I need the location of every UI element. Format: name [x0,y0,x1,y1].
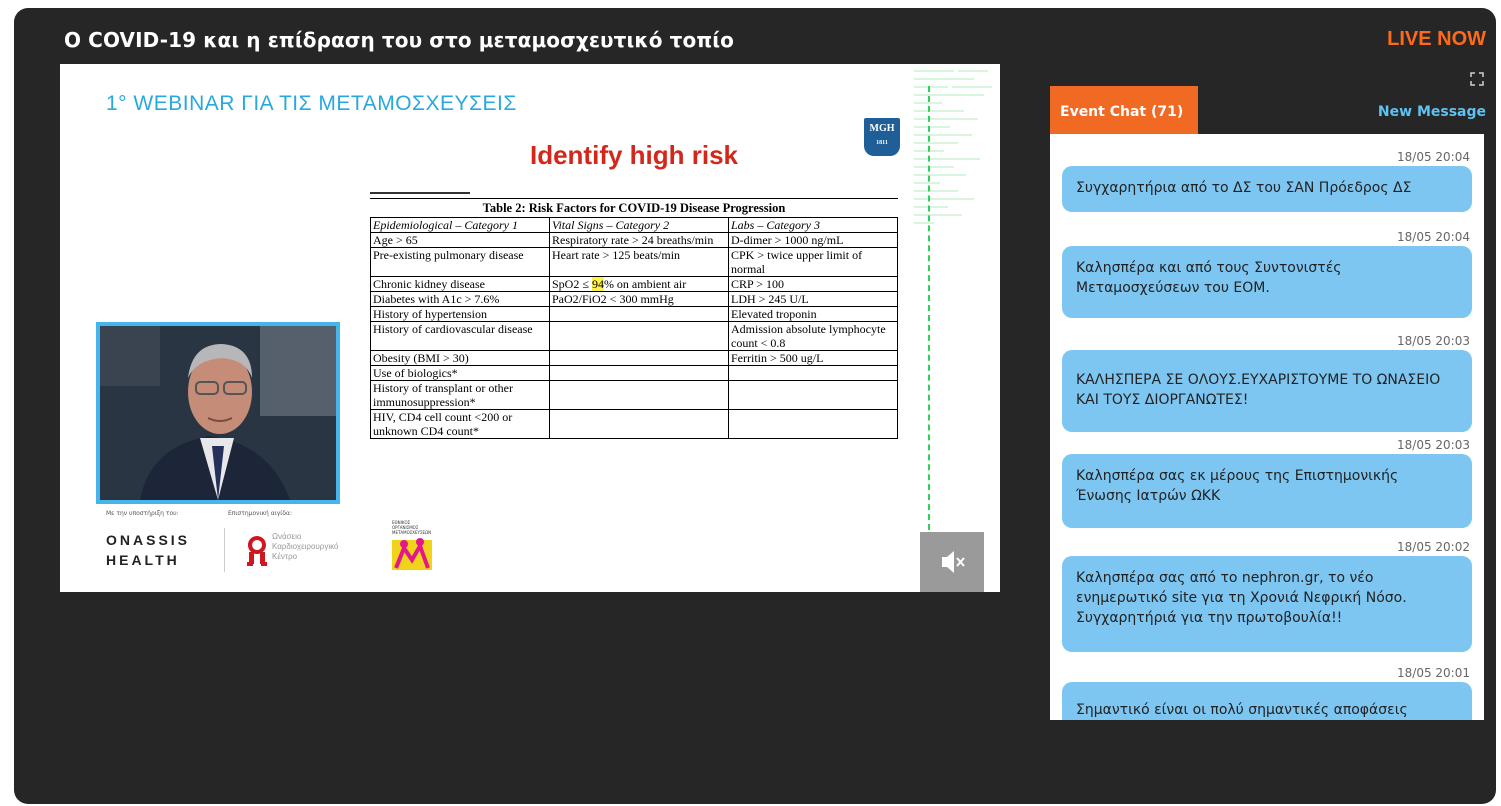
table-cell: History of hypertension [370,306,550,322]
mgh-logo-text: MGH [869,123,895,134]
table-cell: History of cardiovascular disease [370,321,550,351]
table-row: History of transplant or other immunosup… [370,380,898,410]
okk-logo-icon [246,534,268,572]
stream-player: Ο COVID-19 και η επίδραση του στο μεταμο… [14,8,1496,804]
chat-message: 18/05 20:02 Καλησπέρα σας από το nephron… [1062,538,1472,652]
table-cell: Age > 65 [370,232,550,248]
onassis-line2: HEALTH [106,552,180,568]
table-cell: Use of biologics* [370,365,550,381]
table-row: History of cardiovascular disease Admissi… [370,321,898,351]
table-cell [728,380,898,410]
message-time: 18/05 20:03 [1397,438,1470,452]
table-cell: HIV, CD4 cell count <200 or unknown CD4 … [370,409,550,439]
table-cell: Admission absolute lymphocyte count < 0.… [728,321,898,351]
sponsor-label: Με την υποστήριξη του: [106,510,179,517]
table-row: Obesity (BMI > 30) Ferritin > 500 ug/L [370,350,898,366]
table-cell: Respiratory rate > 24 breaths/min [549,232,729,248]
overlay-line [928,86,930,530]
onassis-health-logo: ONASSIS HEALTH [106,530,190,570]
message-bubble: Συγχαρητήρια από το ΔΣ του ΣΑΝ Πρόεδρος … [1062,166,1472,212]
table-cell: LDH > 245 U/L [728,291,898,307]
table-cell [549,380,729,410]
table-row: HIV, CD4 cell count <200 or unknown CD4 … [370,409,898,439]
chat-message: 18/05 20:04 Καλησπέρα και από τους Συντο… [1062,228,1472,318]
message-bubble: Καλησπέρα και από τους Συντονιστές Μεταμ… [1062,246,1472,318]
highlighted-value: 94 [591,277,604,291]
slide-heading: Identify high risk [529,140,739,170]
new-message-link[interactable]: New Message [1378,104,1486,120]
table-cell: Obesity (BMI > 30) [370,350,550,366]
message-bubble: ΚΑΛΗΣΠΕΡΑ ΣΕ ΟΛΟΥΣ.ΕΥΧΑΡΙΣΤΟΥΜΕ ΤΟ ΩΝΑΣΕ… [1062,350,1472,432]
table-cell: History of transplant or other immunosup… [370,380,550,410]
table-cell: SpO2 ≤ 94% on ambient air [549,276,729,292]
message-bubble: Σημαντικό είναι οι πολύ σημαντικές αποφά… [1062,682,1472,720]
table-caption: Table 2: Risk Factors for COVID-19 Disea… [370,198,898,217]
table-row: Diabetes with A1c > 7.6% PaO2/FiO2 < 300 … [370,291,898,307]
table-row: Chronic kidney disease SpO2 ≤ 94% on ambi… [370,276,898,292]
table-cell: Heart rate > 125 beats/min [549,247,729,277]
message-time: 18/05 20:02 [1397,540,1470,554]
mgh-logo-year: 1811 [876,140,888,146]
overlay-decoration [914,70,992,224]
chat-message: 18/05 20:03 Καλησπέρα σας εκ μέρους της … [1062,436,1472,528]
fullscreen-icon[interactable] [1470,72,1484,86]
table-cell [549,409,729,439]
table-cell: PaO2/FiO2 < 300 mmHg [549,291,729,307]
chat-panel[interactable]: 18/05 20:04 Συγχαρητήρια από το ΔΣ του Σ… [1050,134,1484,720]
video-frame[interactable]: 1° WEBINAR ΓΙΑ ΤΙΣ ΜΕΤΑΜΟΣΧΕΥΣΕΙΣ Identi… [60,64,1000,592]
mute-button[interactable] [920,532,984,592]
presenter-video [96,322,340,504]
message-time: 18/05 20:03 [1397,334,1470,348]
event-chat-tab[interactable]: Event Chat (71) [1050,86,1198,134]
slide-rule [370,192,470,194]
table-row: Use of biologics* [370,365,898,381]
mgh-logo: MGH 1811 [864,118,900,156]
table-cell: Chronic kidney disease [370,276,550,292]
column-header: Epidemiological – Category 1 [370,217,550,233]
message-time: 18/05 20:04 [1397,150,1470,164]
okk-text-line: Κέντρο [272,552,298,561]
table-row: Pre-existing pulmonary disease Heart rate… [370,247,898,277]
mute-icon [942,551,965,573]
table-cell: D-dimer > 1000 ng/mL [728,232,898,248]
live-badge: LIVE NOW [1387,28,1486,50]
table-row: History of hypertension Elevated troponin [370,306,898,322]
table-cell: Pre-existing pulmonary disease [370,247,550,277]
eom-logo-icon [390,520,434,576]
table-cell [728,365,898,381]
chat-message: 18/05 20:03 ΚΑΛΗΣΠΕΡΑ ΣΕ ΟΛΟΥΣ.ΕΥΧΑΡΙΣΤΟ… [1062,332,1472,432]
message-bubble: Καλησπέρα σας από το nephron.gr, το νέο … [1062,556,1472,652]
table-cell [549,321,729,351]
table-cell [728,409,898,439]
okk-text-line: Ωνάσειο [272,532,302,541]
table-cell [549,306,729,322]
table-cell [549,365,729,381]
table-body: Age > 65 Respiratory rate > 24 breaths/mi… [370,232,898,439]
table-cell: Ferritin > 500 ug/L [728,350,898,366]
table-cell: Diabetes with A1c > 7.6% [370,291,550,307]
message-time: 18/05 20:04 [1397,230,1470,244]
table-cell: Elevated troponin [728,306,898,322]
stream-title: Ο COVID-19 και η επίδραση του στο μεταμο… [64,28,734,52]
table-header-row: Epidemiological – Category 1 Vital Signs… [370,217,898,233]
column-header: Vital Signs – Category 2 [549,217,729,233]
table-cell [549,350,729,366]
risk-factors-table: Table 2: Risk Factors for COVID-19 Disea… [370,198,898,439]
chat-message: 18/05 20:01 Σημαντικό είναι οι πολύ σημα… [1062,664,1472,720]
table-cell: CPK > twice upper limit of normal [728,247,898,277]
chat-message: 18/05 20:04 Συγχαρητήρια από το ΔΣ του Σ… [1062,148,1472,212]
table-row: Age > 65 Respiratory rate > 24 breaths/mi… [370,232,898,248]
table-cell: CRP > 100 [728,276,898,292]
webinar-title: 1° WEBINAR ΓΙΑ ΤΙΣ ΜΕΤΑΜΟΣΧΕΥΣΕΙΣ [106,92,517,115]
okk-text-line: Καρδιοχειρουργικό [272,542,339,551]
okk-logo-text: Ωνάσειο Καρδιοχειρουργικό Κέντρο [272,532,338,562]
message-bubble: Καλησπέρα σας εκ μέρους της Επιστημονική… [1062,454,1472,528]
message-time: 18/05 20:01 [1397,666,1470,680]
scientific-label: Επιστημονική αιγίδα: [228,510,292,517]
logo-divider [224,528,225,572]
column-header: Labs – Category 3 [728,217,898,233]
presentation-slide: Identify high risk MGH 1811 Table 2: Ris… [370,116,900,508]
onassis-line1: ONASSIS [106,532,191,548]
